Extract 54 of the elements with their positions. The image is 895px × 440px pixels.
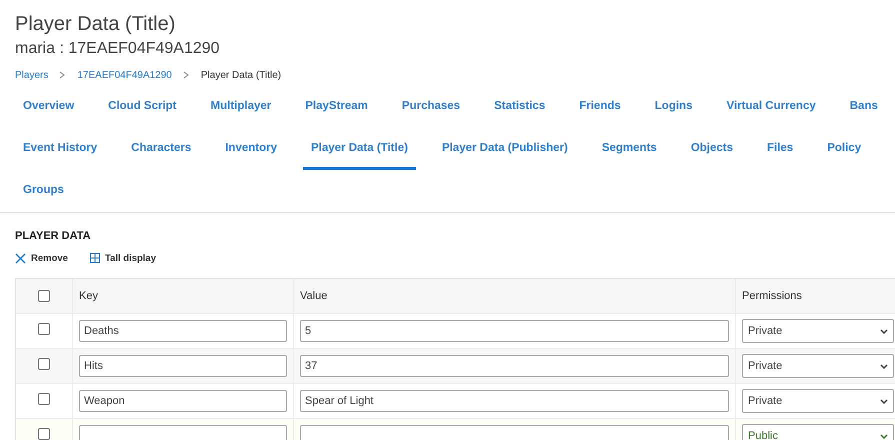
permission-dropdown[interactable]: Private [742,354,894,378]
row-checkbox[interactable] [38,323,50,335]
tab[interactable]: Event History [15,128,106,170]
tab[interactable]: Overview [15,86,82,128]
permission-dropdown[interactable]: Public [742,424,894,440]
value-field[interactable]: Spear of Light [300,390,729,412]
tab[interactable]: Bans [842,86,886,128]
tab[interactable]: Statistics [486,86,554,128]
close-icon [15,252,26,264]
key-field[interactable]: Hits [79,355,287,377]
tab[interactable]: Files [759,128,802,170]
row-checkbox[interactable] [38,358,50,370]
row-checkbox[interactable] [38,428,50,440]
chevron-icon [182,71,190,79]
tab[interactable]: Multiplayer [202,86,280,128]
permission-dropdown[interactable]: Private [742,389,894,413]
chevron-icon [59,71,66,79]
remove-button[interactable]: Remove [15,252,68,264]
tab[interactable]: Player Data (Title) [303,128,416,170]
chevron-down-icon [880,398,888,404]
chevron-down-icon [880,364,888,368]
column-header: Permissions [742,290,802,302]
tab[interactable]: Purchases [394,86,468,128]
tab[interactable]: Friends [571,86,629,128]
tab[interactable]: Groups [15,170,72,212]
grid-icon [90,253,100,263]
key-field[interactable]: Deaths [79,320,287,342]
tab[interactable]: Policy [819,128,870,170]
row-checkbox[interactable] [38,393,50,405]
chevron-down-icon [880,328,888,334]
tab[interactable]: PlayStream [297,86,376,128]
value-field[interactable]: 37 [300,355,729,377]
key-field[interactable]: Weapon [79,390,287,412]
tab[interactable]: Cloud Script [100,86,185,128]
tab[interactable]: Segments [594,128,665,170]
column-header: Key [79,290,98,302]
breadcrumb-link[interactable]: Players [15,70,48,80]
tab[interactable]: Virtual Currency [718,86,824,128]
tab[interactable]: Objects [682,128,741,170]
column-header: Value [300,290,328,302]
page-title: Player Data (Title) [15,12,176,37]
breadcrumb-current: Player Data (Title) [200,70,282,80]
tab[interactable]: Inventory [217,128,285,170]
breadcrumb-link[interactable]: 17EAEF04F49A1290 [77,70,172,80]
value-field[interactable]: 5 [300,320,729,342]
select-all-checkbox[interactable] [38,290,50,302]
tab[interactable]: Characters [123,128,200,170]
section-heading: PLAYER DATA [15,230,91,242]
tab[interactable]: Player Data (Publisher) [434,128,576,170]
tab[interactable]: Logins [646,86,700,128]
player-subtitle: maria : 17EAEF04F49A1290 [15,39,220,59]
tall-display-button[interactable]: Tall display [90,252,156,264]
chevron-down-icon [880,434,888,438]
permission-dropdown[interactable]: Private [742,319,894,343]
